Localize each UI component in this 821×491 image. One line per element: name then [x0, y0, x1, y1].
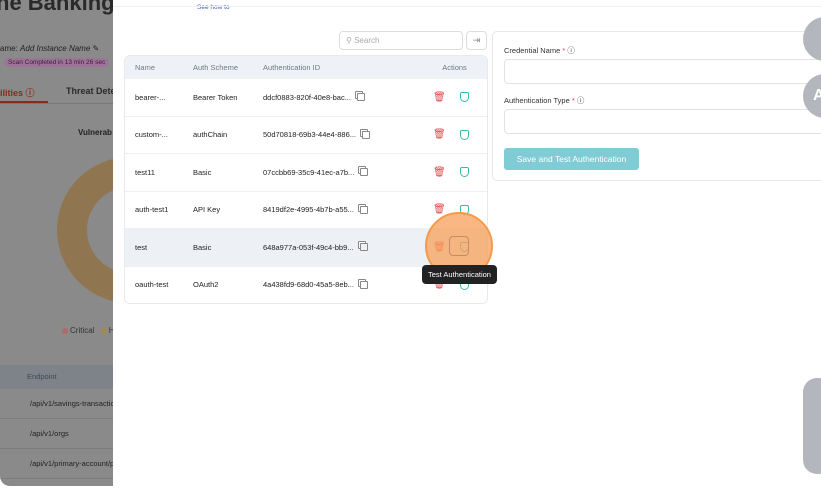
copy-icon[interactable] — [359, 280, 368, 289]
cell-name: test11 — [135, 167, 155, 177]
shield-check-icon[interactable] — [459, 167, 469, 178]
instance-value[interactable]: Add Instance Name — [20, 44, 90, 53]
copy-icon[interactable] — [359, 205, 368, 214]
trash-icon[interactable]: 🗑︎ — [433, 129, 446, 140]
header-actions: Actions — [442, 63, 467, 72]
tab-vulnerabilities[interactable]: ilities ⓘ — [0, 86, 35, 99]
info-icon: ⓘ — [567, 46, 575, 55]
scan-status-badge: Scan Completed in 13 min 26 sec — [4, 58, 110, 67]
chart-legend: Critical H — [62, 326, 114, 335]
copy-icon[interactable] — [362, 130, 370, 139]
cell-scheme: API Key — [193, 205, 221, 215]
header-auth-id: Authentication ID — [263, 63, 321, 72]
search-input[interactable]: ⚲ Search — [339, 31, 463, 50]
endpoint-header: Endpoint — [0, 365, 113, 389]
info-icon: ⓘ — [25, 88, 35, 98]
header-auth-scheme: Auth Scheme — [193, 63, 239, 72]
label-text: Credential Name — [504, 46, 561, 55]
cell-id: 8419df2e-4995-4b7b-a55... — [252, 205, 422, 214]
trash-icon[interactable]: 🗑︎ — [433, 167, 446, 178]
divider — [0, 103, 113, 104]
cell-actions: 🗑︎ — [422, 129, 487, 140]
critical-dot — [62, 327, 68, 334]
legend-label: Critical — [70, 326, 95, 335]
cell-name: oauth-test — [135, 280, 169, 290]
credential-name-input[interactable] — [504, 59, 821, 84]
cell-name: custom-... — [135, 130, 168, 140]
chart-title: Vulnerab — [78, 128, 112, 137]
tab-threat-detection[interactable]: Threat Dete — [66, 86, 116, 96]
cell-id: 4a438fd9-68d0-45a5-8eb... — [252, 280, 422, 289]
instance-label: ame: — [0, 44, 18, 53]
auth-type-select[interactable] — [504, 109, 821, 134]
test-authentication-button[interactable] — [449, 236, 469, 256]
cell-scheme: Basic — [193, 167, 212, 177]
endpoint-row[interactable]: /api/v1/savings-transactio — [0, 389, 115, 419]
info-icon: ⓘ — [576, 96, 585, 105]
table-header: Name Auth Scheme Authentication ID Actio… — [125, 56, 487, 79]
cell-scheme: authChain — [193, 130, 228, 140]
search-icon: ⚲ — [346, 36, 352, 45]
cell-actions: 🗑︎ — [422, 92, 487, 103]
label-text: Authentication Type — [504, 96, 570, 105]
cell-name: bearer-... — [135, 92, 166, 102]
header-name: Name — [135, 63, 156, 72]
required-mark: * — [562, 46, 566, 55]
arrow-to-right-icon: ⇥ — [472, 35, 481, 45]
shield-check-icon[interactable] — [459, 92, 469, 103]
save-and-test-button[interactable]: Save and Test Authentication — [504, 148, 639, 170]
trash-icon[interactable]: 🗑︎ — [433, 92, 446, 103]
table-row[interactable]: bearer-... Bearer Token ddcf0883-820f-40… — [125, 79, 487, 117]
cell-id: 50d70818-69b3-44e4-886... — [252, 130, 422, 139]
cell-scheme: Bearer Token — [193, 92, 238, 102]
cell-scheme: Basic — [193, 242, 212, 252]
auth-id: ddcf0883-820f-40e8-bac... — [263, 92, 351, 102]
divider — [113, 6, 821, 7]
tab-label: ilities — [0, 88, 24, 98]
search-placeholder: Search — [354, 36, 380, 45]
tooltip: Test Authentication — [422, 265, 497, 284]
table-row[interactable]: custom-... authChain 50d70818-69b3-44e4-… — [125, 117, 487, 154]
copy-icon[interactable] — [360, 168, 369, 177]
auth-id: 50d70818-69b3-44e4-886... — [263, 130, 356, 140]
auth-id: 07ccbb69-35c9-41ec-a7b... — [263, 167, 355, 177]
shield-check-icon[interactable] — [459, 129, 469, 140]
cell-id: ddcf0883-820f-40e8-bac... — [252, 93, 422, 102]
credentials-drawer: See how to ⚲ Search ⇥ Name Auth Scheme A… — [113, 0, 821, 486]
high-dot — [100, 327, 107, 334]
required-mark: * — [571, 96, 575, 105]
auth-id: 8419df2e-4995-4b7b-a55... — [263, 205, 354, 215]
cell-scheme: OAuth2 — [193, 280, 219, 290]
auth-id: 648a977a-053f-49c4-bb9... — [263, 242, 354, 252]
cell-id: 648a977a-053f-49c4-bb9... — [252, 243, 422, 252]
collapse-button[interactable]: ⇥ — [466, 31, 487, 50]
table-row[interactable]: test11 Basic 07ccbb69-35c9-41ec-a7b... 🗑… — [125, 154, 487, 192]
credential-name-label: Credential Name * ⓘ — [504, 45, 575, 56]
copy-icon[interactable] — [356, 93, 365, 102]
credential-form: Credential Name * ⓘ Authentication Type … — [492, 31, 821, 181]
copy-icon[interactable] — [359, 243, 368, 252]
auth-id: 4a438fd9-68d0-45a5-8eb... — [263, 280, 354, 290]
cell-actions: 🗑︎ — [422, 167, 487, 178]
cell-name: test — [135, 242, 148, 252]
auth-type-label: Authentication Type * ⓘ — [504, 95, 584, 106]
cell-name: auth-test1 — [135, 205, 169, 215]
instance-name: ame: Add Instance Name ✎ — [0, 44, 99, 53]
pencil-icon[interactable]: ✎ — [93, 44, 100, 53]
floating-widget[interactable] — [803, 378, 821, 474]
trash-icon[interactable]: 🗑︎ — [433, 204, 446, 215]
endpoint-row[interactable]: /api/v1/primary-account/p — [0, 449, 114, 479]
cell-id: 07ccbb69-35c9-41ec-a7b... — [252, 168, 422, 177]
endpoint-row[interactable]: /api/v1/orgs — [0, 419, 113, 449]
